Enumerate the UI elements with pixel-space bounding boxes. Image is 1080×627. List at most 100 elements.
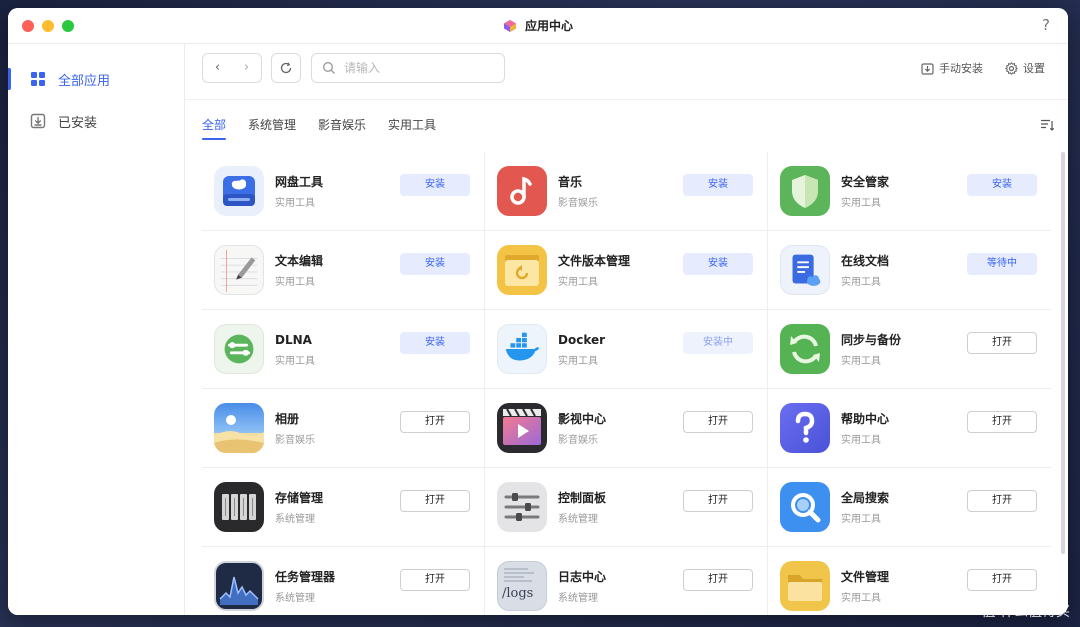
help-button[interactable]: ? xyxy=(1042,16,1050,34)
install-button[interactable]: 安装 xyxy=(400,174,470,196)
open-button[interactable]: 打开 xyxy=(967,569,1037,591)
open-button[interactable]: 打开 xyxy=(400,411,470,433)
app-card-log-center[interactable]: /logs 日志中心 系统管理 打开 xyxy=(485,547,768,615)
vertical-scrollbar[interactable] xyxy=(1061,152,1065,554)
app-category: 实用工具 xyxy=(558,277,598,288)
refresh-button[interactable] xyxy=(271,53,301,83)
settings-label: 设置 xyxy=(1023,62,1045,75)
settings-button[interactable]: 设置 xyxy=(1005,60,1045,76)
app-name: 同步与备份 xyxy=(841,333,902,347)
tab-all[interactable]: 全部 xyxy=(202,116,227,140)
app-name: 文件版本管理 xyxy=(558,254,631,268)
folder-icon xyxy=(780,561,830,611)
maximize-window-button[interactable] xyxy=(62,20,74,32)
tab-system-management[interactable]: 系统管理 xyxy=(248,116,296,140)
magnifier-icon xyxy=(780,482,830,532)
waiting-button[interactable]: 等待中 xyxy=(967,253,1037,275)
version-folder-icon xyxy=(497,245,547,295)
app-category: 实用工具 xyxy=(841,277,881,288)
install-button[interactable]: 安装 xyxy=(400,253,470,275)
app-center-window: 应用中心 ? 全部应用 已安装 ‹ › 请输入 手动安装 设置 全部 系统管理 … xyxy=(8,8,1068,615)
app-card-dlna[interactable]: DLNA 实用工具 安装 xyxy=(202,310,485,389)
history-nav: ‹ › xyxy=(202,53,262,83)
app-category: 实用工具 xyxy=(275,356,315,367)
app-card-storage-manager[interactable]: 存储管理 系统管理 打开 xyxy=(202,468,485,547)
search-box xyxy=(311,53,505,83)
app-name: 帮助中心 xyxy=(841,412,890,426)
app-card-help-center[interactable]: 帮助中心 实用工具 打开 xyxy=(768,389,1051,468)
app-name: 全局搜索 xyxy=(841,491,890,505)
app-name: 网盘工具 xyxy=(275,175,324,189)
app-category: 实用工具 xyxy=(275,277,315,288)
install-button[interactable]: 安装 xyxy=(683,253,753,275)
app-category: 系统管理 xyxy=(558,593,598,604)
search-icon xyxy=(323,62,335,74)
back-button[interactable]: ‹ xyxy=(203,54,232,82)
sidebar-item-label: 已安装 xyxy=(58,115,98,131)
app-card-text-editor[interactable]: 文本编辑 实用工具 安装 xyxy=(202,231,485,310)
app-category: 实用工具 xyxy=(841,514,881,525)
app-card-sync-backup[interactable]: 同步与备份 实用工具 打开 xyxy=(768,310,1051,389)
app-category: 实用工具 xyxy=(841,198,881,209)
watermark: 值 什么值得买 xyxy=(982,601,1070,621)
app-card-online-docs[interactable]: 在线文档 实用工具 等待中 xyxy=(768,231,1051,310)
sidebar-item-installed[interactable]: 已安装 xyxy=(8,100,184,142)
window-title: 应用中心 xyxy=(524,19,573,33)
manual-install-button[interactable]: 手动安装 xyxy=(921,60,983,76)
app-name: DLNA xyxy=(275,333,312,347)
app-name: 文本编辑 xyxy=(275,254,324,268)
app-category: 实用工具 xyxy=(841,356,881,367)
open-button[interactable]: 打开 xyxy=(683,411,753,433)
toolbar: ‹ › 手动安装 xyxy=(185,44,1068,100)
app-card-photo-album[interactable]: 相册 影音娱乐 打开 xyxy=(202,389,485,468)
tab-utilities[interactable]: 实用工具 xyxy=(388,116,436,140)
installing-button[interactable]: 安装中 xyxy=(683,332,753,354)
sync-icon xyxy=(780,324,830,374)
open-button[interactable]: 打开 xyxy=(400,490,470,512)
install-button[interactable]: 安装 xyxy=(683,174,753,196)
app-card-task-manager[interactable]: 任务管理器 系统管理 打开 xyxy=(202,547,485,615)
app-card-docker[interactable]: Docker 实用工具 安装中 xyxy=(485,310,768,389)
install-button[interactable]: 安装 xyxy=(967,174,1037,196)
forward-button[interactable]: › xyxy=(232,54,261,82)
app-card-file-version-manager[interactable]: 文件版本管理 实用工具 安装 xyxy=(485,231,768,310)
tab-media-entertainment[interactable]: 影音娱乐 xyxy=(318,116,366,140)
category-tabs: 全部 系统管理 影音娱乐 实用工具 xyxy=(202,116,436,140)
sidebar-item-label: 全部应用 xyxy=(58,73,111,89)
app-category: 实用工具 xyxy=(275,198,315,209)
open-button[interactable]: 打开 xyxy=(967,332,1037,354)
logs-icon: /logs xyxy=(497,561,547,611)
app-card-cloud-drive[interactable]: 网盘工具 实用工具 安装 xyxy=(202,152,485,231)
close-window-button[interactable] xyxy=(22,20,34,32)
window-controls xyxy=(22,20,74,32)
install-package-icon xyxy=(921,62,934,75)
app-name: 相册 xyxy=(275,412,300,426)
title-bar: 应用中心 ? xyxy=(8,8,1068,44)
open-button[interactable]: 打开 xyxy=(683,490,753,512)
app-name: 任务管理器 xyxy=(275,570,336,584)
app-card-control-panel[interactable]: 控制面板 系统管理 打开 xyxy=(485,468,768,547)
photo-album-icon xyxy=(214,403,264,453)
sidebar-item-all-apps[interactable]: 全部应用 xyxy=(8,58,184,100)
open-button[interactable]: 打开 xyxy=(967,490,1037,512)
open-button[interactable]: 打开 xyxy=(683,569,753,591)
app-card-music[interactable]: 音乐 影音娱乐 安装 xyxy=(485,152,768,231)
activity-graph-icon xyxy=(214,561,264,611)
docker-whale-icon xyxy=(497,324,547,374)
app-name: 文件管理 xyxy=(841,570,890,584)
app-card-global-search[interactable]: 全局搜索 实用工具 打开 xyxy=(768,468,1051,547)
app-card-video-center[interactable]: 影视中心 影音娱乐 打开 xyxy=(485,389,768,468)
install-button[interactable]: 安装 xyxy=(400,332,470,354)
notepad-icon xyxy=(214,245,264,295)
open-button[interactable]: 打开 xyxy=(967,411,1037,433)
sort-icon[interactable] xyxy=(1040,118,1054,132)
open-button[interactable]: 打开 xyxy=(400,569,470,591)
app-center-logo-icon xyxy=(503,19,516,32)
app-card-security-manager[interactable]: 安全管家 实用工具 安装 xyxy=(768,152,1051,231)
search-input[interactable] xyxy=(344,61,494,75)
window-title-group: 应用中心 xyxy=(503,17,573,34)
app-name: Docker xyxy=(558,333,606,347)
logs-icon-body: /logs xyxy=(498,562,546,610)
grid-icon xyxy=(31,72,45,86)
minimize-window-button[interactable] xyxy=(42,20,54,32)
